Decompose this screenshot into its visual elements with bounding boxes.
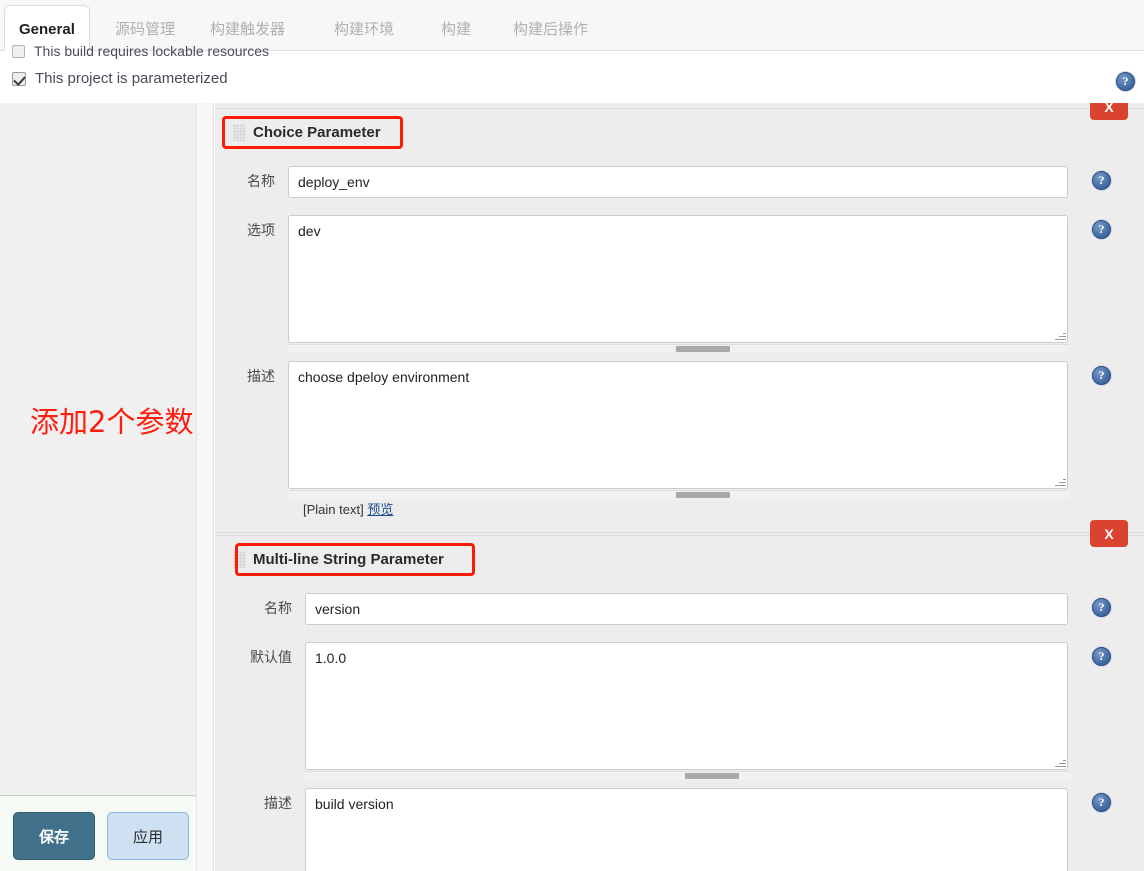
lockable-resources-row[interactable]: This build requires lockable resources [12,43,269,59]
remove-parameter-button[interactable]: X [1090,103,1128,120]
jenkins-job-config-page: General 源码管理 构建触发器 构建环境 构建 构建后操作 This bu… [0,0,1144,871]
help-icon-choices[interactable]: ? [1092,220,1111,239]
description-textarea[interactable]: choose dpeloy environment [288,361,1068,489]
parameter-block-header: Choice Parameter [215,109,1144,155]
tab-label: 构建后操作 [513,21,589,38]
save-apply-bar: 保存 应用 [0,795,202,871]
drag-handle-icon[interactable] [233,123,246,141]
help-icon-description[interactable]: ? [1092,366,1111,385]
name-input[interactable] [288,166,1068,198]
field-label-name: 名称 [264,600,292,616]
save-button-label: 保存 [38,828,69,846]
help-icon-description[interactable]: ? [1092,793,1111,812]
field-row-name: 名称 [215,593,1095,625]
default-value-textarea[interactable]: 1.0.0 [305,642,1068,770]
help-icon[interactable]: ? [1092,598,1111,617]
help-icon[interactable]: ? [1092,171,1111,190]
help-icon[interactable]: ? [1116,72,1135,91]
markup-format-label: [Plain text] [303,502,364,517]
field-label-description: 描述 [264,795,292,811]
help-icon-parameterized[interactable]: ? [1116,72,1135,91]
save-button[interactable]: 保存 [13,812,95,860]
tab-label: 源码管理 [115,21,176,38]
field-label-default-value: 默认值 [250,649,292,665]
field-label-name: 名称 [247,173,275,189]
tab-label: 构建触发器 [210,21,286,38]
preview-link[interactable]: 预览 [367,502,393,517]
lockable-resources-checkbox[interactable] [12,45,25,58]
parameterized-label: This project is parameterized [35,70,228,87]
general-top-options: This build requires lockable resources T… [0,43,1144,103]
tab-label: 构建环境 [334,21,395,38]
field-row-default-value: 默认值 1.0.0 [215,642,1095,780]
description-textarea[interactable]: build version [305,788,1068,871]
description-horizontal-scrollbar[interactable] [288,490,1070,499]
help-icon-default-value[interactable]: ? [1092,647,1111,666]
name-input[interactable] [305,593,1068,625]
this-project-is-parameterized-row[interactable]: This project is parameterized [12,70,228,87]
field-row-description: 描述 choose dpeloy environment [215,361,1095,499]
left-sidebar-column: 添加2个参数 保存 应用 [0,103,202,871]
help-icon[interactable]: ? [1092,220,1111,239]
help-icon-name[interactable]: ? [1092,598,1111,617]
help-icon[interactable]: ? [1092,366,1111,385]
help-icon-name[interactable]: ? [1092,171,1111,190]
default-value-horizontal-scrollbar[interactable] [305,771,1070,780]
choices-horizontal-scrollbar[interactable] [288,344,1070,353]
content-left-gutter [196,103,214,871]
remove-parameter-button[interactable]: X [1090,520,1128,547]
field-row-description: 描述 build version [215,788,1095,871]
help-icon[interactable]: ? [1092,647,1111,666]
parameter-block-multiline-string: Multi-line String Parameter X 名称 ? 默认值 1… [215,520,1144,871]
parameters-content-panel: Choice Parameter X 名称 ? 选项 dev [215,103,1144,871]
tab-build[interactable]: 构建 [427,6,485,51]
drag-handle-icon[interactable] [233,550,246,568]
parameter-block-choice: Choice Parameter X 名称 ? 选项 dev [215,103,1144,533]
markup-format-row: [Plain text] 预览 [303,499,393,518]
tab-label: 构建 [441,21,472,38]
apply-button[interactable]: 应用 [107,812,189,860]
tab-build-environment[interactable]: 构建环境 [320,6,408,51]
choices-textarea[interactable]: dev [288,215,1068,343]
annotation-add-two-parameters: 添加2个参数 [30,405,194,439]
parameter-type-title: Multi-line String Parameter [253,550,444,568]
field-row-name: 名称 [215,166,1095,198]
parameter-type-title: Choice Parameter [253,123,381,141]
help-icon[interactable]: ? [1092,793,1111,812]
field-label-description: 描述 [247,368,275,384]
apply-button-label: 应用 [132,828,163,846]
field-label-choices: 选项 [247,222,275,238]
parameterized-checkbox[interactable] [12,71,26,86]
lockable-resources-label: This build requires lockable resources [34,43,269,59]
tab-post-build-actions[interactable]: 构建后操作 [499,6,602,51]
field-row-choices: 选项 dev [215,215,1095,353]
parameter-block-header: Multi-line String Parameter [215,536,1144,582]
